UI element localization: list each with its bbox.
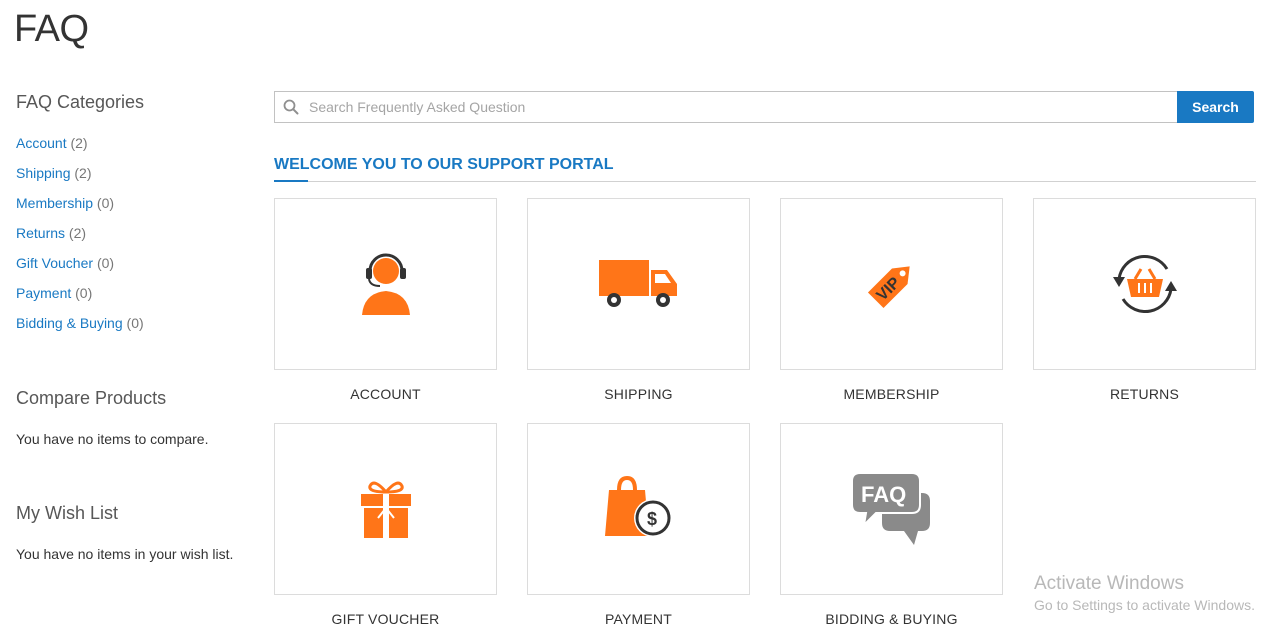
tile-image-box[interactable]: [274, 198, 497, 370]
tile-account[interactable]: ACCOUNT: [274, 198, 497, 402]
category-count: (0): [126, 315, 144, 331]
faq-categories-title: FAQ Categories: [16, 92, 145, 112]
activate-windows-watermark: Activate Windows Go to Settings to activ…: [1034, 573, 1255, 613]
tile-shipping[interactable]: SHIPPING: [527, 198, 750, 402]
category-link[interactable]: Returns: [16, 225, 65, 241]
tile-label[interactable]: RETURNS: [1033, 386, 1256, 402]
faq-chat-bubble-icon: FAQ: [851, 472, 930, 545]
watermark-subtitle: Go to Settings to activate Windows.: [1034, 597, 1255, 613]
search-button[interactable]: Search: [1177, 91, 1254, 123]
faq-search-form: Search: [274, 91, 1254, 123]
category-count: (0): [75, 285, 93, 301]
category-link[interactable]: Payment: [16, 285, 71, 301]
category-link[interactable]: Membership: [16, 195, 93, 211]
category-item-payment: Payment (0): [16, 283, 256, 313]
basket-return-icon: [1112, 255, 1177, 313]
category-item-membership: Membership (0): [16, 193, 256, 223]
faq-category-list: Account (2) Shipping (2) Membership (0) …: [16, 133, 256, 343]
svg-text:$: $: [647, 509, 657, 529]
search-field-wrapper: [274, 91, 1177, 123]
tile-payment[interactable]: $ PAYMENT: [527, 423, 750, 627]
tile-returns[interactable]: RETURNS: [1033, 198, 1256, 402]
category-count: (2): [68, 225, 87, 241]
compare-empty-message: You have no items to compare.: [16, 431, 209, 447]
category-item-gift-voucher: Gift Voucher (0): [16, 253, 256, 283]
category-link[interactable]: Account: [16, 135, 67, 151]
category-count: (2): [74, 165, 92, 181]
tile-image-box[interactable]: [527, 198, 750, 370]
wish-list-empty-message: You have no items in your wish list.: [16, 546, 234, 562]
delivery-truck-icon: [598, 260, 677, 307]
heading-accent-underline: [274, 180, 308, 182]
tile-bidding-buying[interactable]: FAQ BIDDING & BUYING: [780, 423, 1003, 627]
tile-image-box[interactable]: [1033, 198, 1256, 370]
tile-label[interactable]: PAYMENT: [527, 611, 750, 627]
sidebar: FAQ Categories Account (2) Shipping (2) …: [16, 92, 256, 562]
page-title: FAQ: [14, 8, 89, 50]
category-item-bidding-buying: Bidding & Buying (0): [16, 313, 256, 343]
category-link[interactable]: Gift Voucher: [16, 255, 93, 271]
category-item-shipping: Shipping (2): [16, 163, 256, 193]
category-link[interactable]: Bidding & Buying: [16, 315, 123, 331]
tile-label[interactable]: BIDDING & BUYING: [780, 611, 1003, 627]
compare-products-title: Compare Products: [16, 388, 167, 408]
compare-products-block: Compare Products You have no items to co…: [16, 388, 209, 447]
headset-agent-icon: [361, 253, 410, 315]
tile-image-box[interactable]: [274, 423, 497, 595]
tile-label[interactable]: SHIPPING: [527, 386, 750, 402]
category-count: (0): [96, 195, 115, 211]
gift-box-icon: [360, 481, 411, 538]
wish-list-block: My Wish List You have no items in your w…: [16, 503, 233, 562]
tile-membership[interactable]: VIP MEMBERSHIP: [780, 198, 1003, 402]
tile-gift-voucher[interactable]: GIFT VOUCHER: [274, 423, 497, 627]
portal-heading: WELCOME YOU TO OUR SUPPORT PORTAL: [274, 156, 1256, 182]
watermark-title: Activate Windows: [1034, 573, 1184, 594]
tile-label[interactable]: GIFT VOUCHER: [274, 611, 497, 627]
wish-list-title: My Wish List: [16, 503, 119, 523]
search-icon: [283, 99, 299, 115]
tile-label[interactable]: ACCOUNT: [274, 386, 497, 402]
shopping-bag-dollar-icon: $: [604, 476, 672, 537]
tile-image-box[interactable]: $: [527, 423, 750, 595]
search-input[interactable]: [309, 99, 1129, 115]
category-count: (2): [70, 135, 88, 151]
tile-label[interactable]: MEMBERSHIP: [780, 386, 1003, 402]
tile-image-box[interactable]: VIP: [780, 198, 1003, 370]
category-count: (0): [96, 255, 115, 271]
tile-image-box[interactable]: FAQ: [780, 423, 1003, 595]
portal-heading-text: WELCOME YOU TO OUR SUPPORT PORTAL: [274, 156, 614, 173]
vip-tag-icon: VIP: [867, 266, 910, 309]
svg-text:FAQ: FAQ: [861, 482, 906, 507]
category-link[interactable]: Shipping: [16, 165, 71, 181]
category-item-account: Account (2): [16, 133, 256, 163]
category-item-returns: Returns (2): [16, 223, 256, 253]
